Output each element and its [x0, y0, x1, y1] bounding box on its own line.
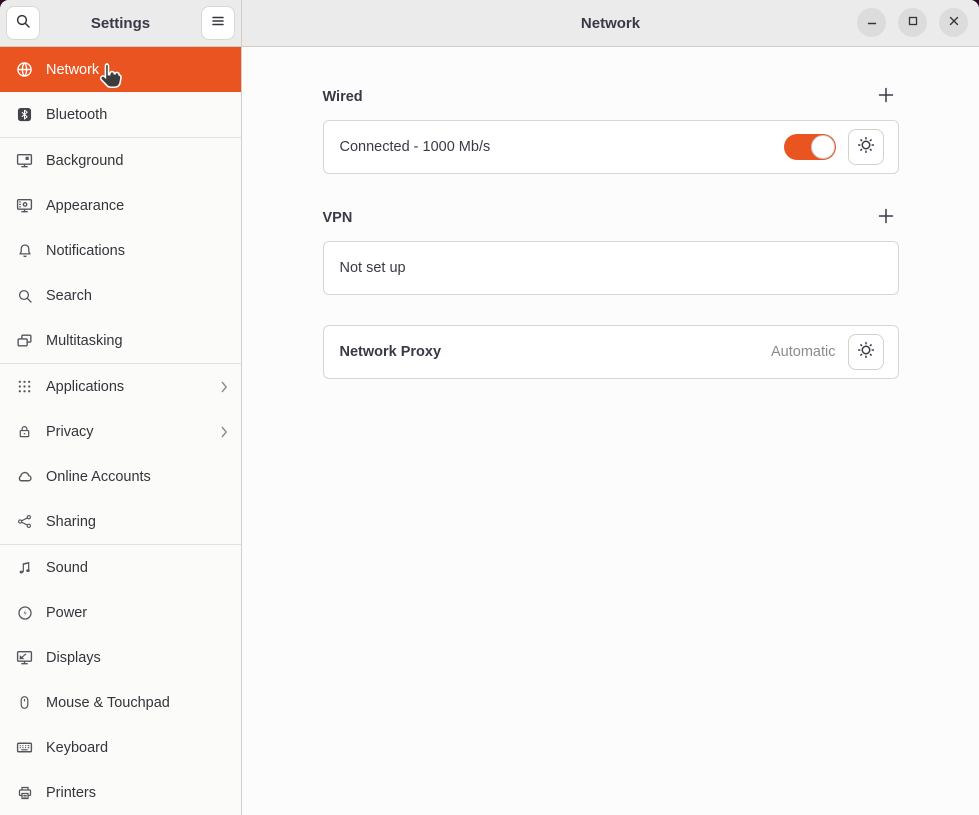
appearance-icon — [16, 197, 33, 214]
sidebar-item-power[interactable]: Power — [0, 590, 241, 635]
search-icon — [16, 287, 33, 304]
music-note-icon — [16, 559, 33, 576]
sidebar-item-label: Online Accounts — [46, 469, 151, 485]
page-title: Network — [581, 15, 640, 32]
vpn-status-row: Not set up — [324, 242, 898, 294]
toggle-knob — [811, 135, 835, 159]
vpn-status-label: Not set up — [340, 260, 406, 276]
maximize-icon — [907, 14, 919, 32]
plus-icon — [878, 87, 894, 106]
sidebar-item-label: Displays — [46, 650, 101, 666]
sidebar: Settings Network Bluetooth — [0, 0, 242, 815]
sidebar-item-sound[interactable]: Sound — [0, 545, 241, 590]
wired-toggle[interactable] — [784, 134, 836, 160]
sidebar-item-label: Applications — [46, 379, 124, 395]
add-vpn-button[interactable] — [873, 207, 899, 229]
wired-status-label: Connected - 1000 Mb/s — [340, 139, 491, 155]
vpn-section-title: VPN — [323, 210, 353, 226]
sidebar-item-mouse-touchpad[interactable]: Mouse & Touchpad — [0, 680, 241, 725]
main-titlebar: Network — [242, 0, 979, 47]
sidebar-item-label: Notifications — [46, 243, 125, 259]
wired-section: Wired Connected - 1000 Mb/s — [323, 89, 899, 174]
sidebar-item-sharing[interactable]: Sharing — [0, 499, 241, 544]
sidebar-item-label: Network — [46, 62, 99, 78]
settings-window: Settings Network Bluetooth — [0, 0, 979, 815]
proxy-mode-value: Automatic — [771, 344, 835, 360]
sidebar-headerbar: Settings — [0, 0, 241, 47]
minimize-icon — [866, 14, 878, 32]
wired-settings-button[interactable] — [848, 129, 884, 165]
sidebar-item-label: Sharing — [46, 514, 96, 530]
gear-icon — [857, 341, 875, 363]
sidebar-item-printers[interactable]: Printers — [0, 770, 241, 815]
sidebar-item-appearance[interactable]: Appearance — [0, 183, 241, 228]
bluetooth-icon — [16, 106, 33, 123]
search-icon — [15, 13, 31, 34]
sidebar-item-label: Background — [46, 153, 123, 169]
main-panel: Network — [242, 0, 979, 815]
sidebar-item-keyboard[interactable]: Keyboard — [0, 725, 241, 770]
window-controls — [857, 8, 968, 37]
search-button[interactable] — [6, 6, 40, 40]
sidebar-list: Network Bluetooth Background Appeara — [0, 47, 241, 815]
maximize-button[interactable] — [898, 8, 927, 37]
vpn-card: Not set up — [323, 241, 899, 295]
mouse-icon — [16, 694, 33, 711]
sidebar-item-label: Multitasking — [46, 333, 123, 349]
network-proxy-label: Network Proxy — [340, 344, 442, 360]
sidebar-item-network[interactable]: Network — [0, 47, 241, 92]
sidebar-item-displays[interactable]: Displays — [0, 635, 241, 680]
sidebar-app-title: Settings — [91, 15, 150, 32]
sidebar-item-applications[interactable]: Applications — [0, 364, 241, 409]
network-proxy-row[interactable]: Network Proxy Automatic — [324, 326, 898, 378]
plus-icon — [878, 208, 894, 227]
sidebar-item-online-accounts[interactable]: Online Accounts — [0, 454, 241, 499]
sidebar-item-multitasking[interactable]: Multitasking — [0, 318, 241, 363]
sidebar-item-label: Search — [46, 288, 92, 304]
sidebar-item-background[interactable]: Background — [0, 138, 241, 183]
multitasking-windows-icon — [16, 332, 33, 349]
wired-section-title: Wired — [323, 89, 363, 105]
sidebar-item-bluetooth[interactable]: Bluetooth — [0, 92, 241, 137]
proxy-settings-button[interactable] — [848, 334, 884, 370]
background-icon — [16, 152, 33, 169]
wired-connection-row[interactable]: Connected - 1000 Mb/s — [324, 121, 898, 173]
display-icon — [16, 649, 33, 666]
sidebar-item-search[interactable]: Search — [0, 273, 241, 318]
sidebar-item-label: Mouse & Touchpad — [46, 695, 170, 711]
close-button[interactable] — [939, 8, 968, 37]
chevron-right-icon — [219, 380, 229, 394]
sidebar-item-label: Appearance — [46, 198, 124, 214]
sidebar-item-privacy[interactable]: Privacy — [0, 409, 241, 454]
keyboard-icon — [16, 739, 33, 756]
sidebar-item-label: Power — [46, 605, 87, 621]
close-icon — [948, 14, 960, 32]
primary-menu-button[interactable] — [201, 6, 235, 40]
vpn-section: VPN Not set up — [323, 210, 899, 295]
privacy-lock-icon — [16, 423, 33, 440]
notifications-bell-icon — [16, 242, 33, 259]
hamburger-menu-icon — [210, 13, 226, 34]
add-wired-connection-button[interactable] — [873, 86, 899, 108]
sidebar-item-label: Keyboard — [46, 740, 108, 756]
chevron-right-icon — [219, 425, 229, 439]
network-proxy-card: Network Proxy Automatic — [323, 325, 899, 379]
sidebar-item-label: Bluetooth — [46, 107, 107, 123]
wired-card: Connected - 1000 Mb/s — [323, 120, 899, 174]
network-globe-icon — [16, 61, 33, 78]
gear-icon — [857, 136, 875, 158]
share-nodes-icon — [16, 513, 33, 530]
sidebar-item-label: Sound — [46, 560, 88, 576]
sidebar-item-label: Privacy — [46, 424, 94, 440]
cloud-icon — [16, 468, 33, 485]
sidebar-item-label: Printers — [46, 785, 96, 801]
applications-grid-icon — [16, 378, 33, 395]
minimize-button[interactable] — [857, 8, 886, 37]
power-bolt-icon — [16, 604, 33, 621]
network-panel-content: Wired Connected - 1000 Mb/s — [242, 47, 979, 815]
printer-icon — [16, 784, 33, 801]
sidebar-item-notifications[interactable]: Notifications — [0, 228, 241, 273]
